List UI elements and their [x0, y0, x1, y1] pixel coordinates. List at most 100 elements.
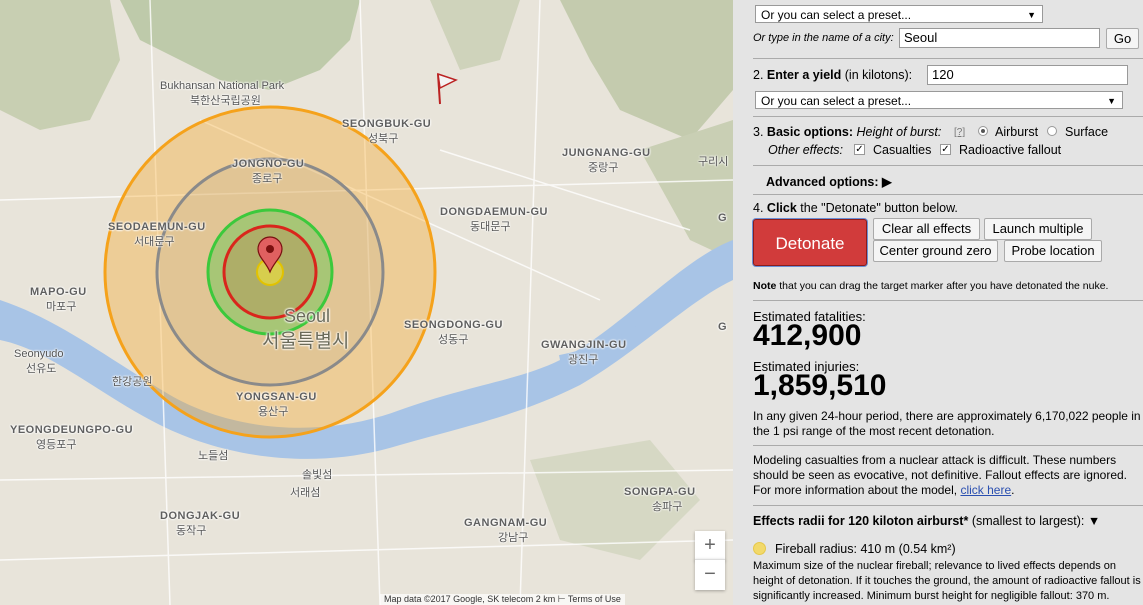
- label-seoul-kr: 서울특별시: [262, 331, 350, 352]
- center-ground-zero-button[interactable]: Center ground zero: [873, 240, 998, 262]
- fallout-checkbox[interactable]: ✓: [940, 144, 951, 155]
- label-seoul: Seoul: [284, 306, 331, 326]
- label-seongdong: SEONGDONG-GU: [404, 319, 503, 331]
- clear-all-effects-button[interactable]: Clear all effects: [873, 218, 980, 240]
- launch-multiple-button[interactable]: Launch multiple: [984, 218, 1092, 240]
- other-effects-label: Other effects:: [768, 143, 844, 157]
- fireball-radius-row: Fireball radius: 410 m (0.54 km²): [775, 542, 956, 556]
- model-info-link[interactable]: click here: [960, 483, 1011, 497]
- label-gangnam-kr: 강남구: [498, 532, 529, 544]
- triangle-right-icon: ▶: [882, 175, 892, 189]
- label-seodaemun-kr: 서대문구: [134, 236, 175, 248]
- zoom-out-button[interactable]: −: [695, 559, 725, 590]
- label-gwangjin: GWANGJIN-GU: [541, 339, 627, 351]
- step3-title: Basic options:: [766, 125, 854, 139]
- label-yongsan-kr: 용산구: [258, 406, 289, 418]
- label-yongsan: YONGSAN-GU: [236, 391, 317, 403]
- chevron-down-icon: ▼: [1027, 10, 1036, 20]
- divider: [753, 300, 1143, 301]
- label-nodeul: 노들섬: [198, 450, 229, 462]
- map-view[interactable]: Bukhansan National Park 북한산국립공원 SEONGBUK…: [0, 0, 733, 605]
- label-bukhansan: Bukhansan National Park: [160, 80, 285, 92]
- label-solbit: 솔빛섬: [302, 469, 333, 481]
- zoom-in-button[interactable]: +: [695, 531, 725, 561]
- triangle-down-icon: ▼: [1087, 514, 1101, 528]
- divider: [753, 165, 1143, 166]
- step4-label: 4. Click the "Detonate" button below.: [753, 201, 958, 215]
- fallout-label: Radioactive fallout: [959, 143, 1062, 157]
- step2-unit: (in kilotons):: [844, 68, 913, 82]
- label-bukhansan-kr: 북한산국립공원: [190, 95, 261, 107]
- step2-title: Enter a yield: [766, 68, 842, 82]
- modeling-text: Modeling casualties from a nuclear attac…: [753, 453, 1128, 497]
- label-guri: 구리시: [698, 156, 729, 168]
- advanced-options-toggle[interactable]: Advanced options: ▶: [766, 174, 892, 189]
- effects-header-order: (smallest to largest):: [971, 514, 1085, 528]
- label-seorae: 서래섬: [290, 487, 321, 499]
- advanced-options-label: Advanced options:: [766, 175, 879, 189]
- step3-number: 3.: [753, 125, 764, 139]
- casualties-label: Casualties: [873, 143, 932, 157]
- label-jungnang: JUNGNANG-GU: [562, 147, 651, 159]
- city-preset-select[interactable]: Or you can select a preset... ▼: [755, 5, 1043, 23]
- label-yeongdeungpo: YEONGDEUNGPO-GU: [10, 424, 134, 436]
- casualties-checkbox[interactable]: ✓: [854, 144, 865, 155]
- label-dongjak: DONGJAK-GU: [160, 510, 241, 522]
- airburst-label: Airburst: [995, 125, 1039, 139]
- fatalities-value: 412,900: [753, 319, 862, 352]
- effects-header-title: Effects radii for 120 kiloton airburst*: [753, 514, 969, 528]
- psi-population-text: In any given 24-hour period, there are a…: [753, 409, 1141, 438]
- chevron-down-icon: ▼: [1107, 96, 1116, 106]
- drag-note: Note that you can drag the target marker…: [753, 280, 1108, 292]
- step4-number: 4.: [753, 201, 764, 215]
- label-seonyudo-kr: 선유도: [26, 363, 57, 375]
- note-label: Note: [753, 280, 777, 292]
- label-seongdong-kr: 성동구: [438, 334, 469, 346]
- label-dongjak-kr: 동작구: [176, 525, 207, 537]
- label-mapo-kr: 마포구: [46, 301, 77, 313]
- step2-label: 2. Enter a yield (in kilotons):: [753, 68, 912, 82]
- surface-label: Surface: [1065, 125, 1109, 139]
- label-jongno: JONGNO-GU: [232, 158, 305, 170]
- yield-preset-value: Or you can select a preset...: [761, 94, 912, 108]
- map-canvas: [0, 0, 733, 605]
- label-seongbuk-kr: 성북구: [368, 133, 399, 145]
- city-preset-value: Or you can select a preset...: [761, 8, 912, 22]
- city-label: Or type in the name of a city:: [753, 32, 894, 44]
- yield-preset-select[interactable]: Or you can select a preset... ▼: [755, 91, 1123, 109]
- yield-input[interactable]: 120: [927, 65, 1128, 85]
- divider: [753, 58, 1143, 59]
- label-mapo: MAPO-GU: [30, 286, 87, 298]
- divider: [753, 445, 1143, 446]
- label-songpa: SONGPA-GU: [624, 486, 696, 498]
- city-input[interactable]: Seoul: [899, 28, 1100, 48]
- fireball-description: Maximum size of the nuclear fireball; re…: [753, 560, 1141, 602]
- help-link[interactable]: [?]: [954, 127, 965, 138]
- label-jongno-kr: 종로구: [252, 173, 283, 185]
- go-button[interactable]: Go: [1106, 28, 1139, 49]
- label-hangang: 한강공원: [112, 376, 153, 388]
- fireball-label: Fireball radius:: [775, 542, 857, 556]
- fireball-value: 410 m (0.54 km²): [860, 542, 956, 556]
- modeling-disclaimer: Modeling casualties from a nuclear attac…: [753, 453, 1141, 498]
- label-edge-g2: G: [718, 321, 728, 333]
- step4-title: Click: [766, 201, 797, 215]
- label-songpa-kr: 송파구: [652, 501, 683, 513]
- detonate-button[interactable]: Detonate: [753, 219, 867, 266]
- airburst-radio[interactable]: [978, 126, 988, 136]
- surface-radio[interactable]: [1047, 126, 1057, 136]
- probe-location-button[interactable]: Probe location: [1004, 240, 1102, 262]
- label-gangnam: GANGNAM-GU: [464, 517, 548, 529]
- map-attribution: Map data ©2017 Google, SK telecom 2 km ⊢…: [380, 594, 625, 605]
- label-dongdaemun: DONGDAEMUN-GU: [440, 206, 548, 218]
- modeling-period: .: [1011, 483, 1015, 497]
- divider: [753, 194, 1143, 195]
- injuries-value: 1,859,510: [753, 369, 887, 402]
- fireball-swatch-icon: [753, 542, 766, 555]
- label-jungnang-kr: 중랑구: [588, 162, 619, 174]
- label-gwangjin-kr: 광진구: [568, 354, 599, 366]
- divider: [753, 505, 1143, 506]
- divider: [753, 116, 1143, 117]
- effects-radii-header[interactable]: Effects radii for 120 kiloton airburst* …: [753, 514, 1100, 528]
- step3-label: 3. Basic options: Height of burst:: [753, 125, 941, 139]
